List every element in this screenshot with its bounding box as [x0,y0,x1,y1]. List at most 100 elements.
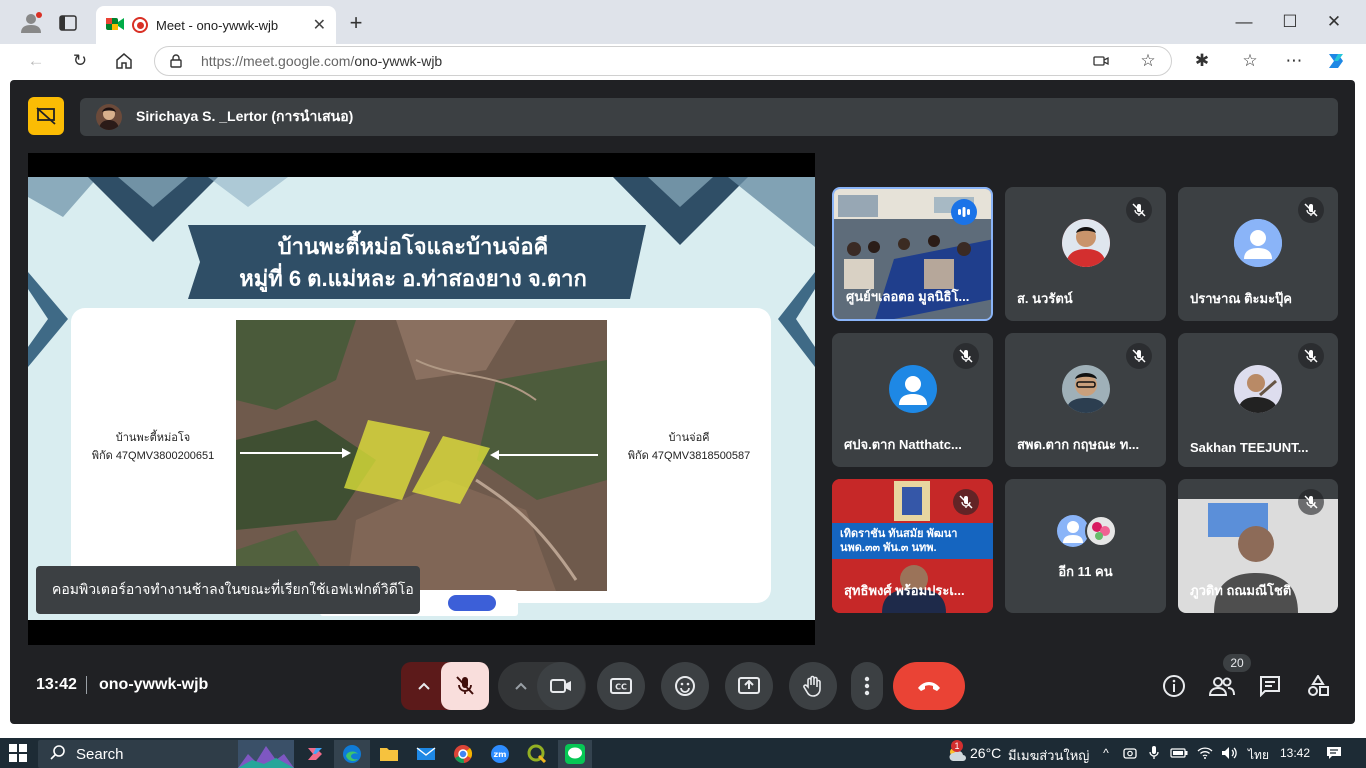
volume-icon[interactable] [1220,744,1238,762]
taskbar-edge-active[interactable] [334,740,370,768]
profile-icon[interactable] [18,10,44,36]
people-icon[interactable] [1208,672,1236,700]
camera-tray-icon[interactable] [1122,744,1138,762]
reactions-button[interactable] [661,662,709,710]
participant-tile-6[interactable]: Sakhan TEEJUNT... [1178,333,1338,467]
url-host: https://meet.google.com/ [201,53,355,69]
taskbar-line-active[interactable] [558,740,592,768]
meeting-code: ono-ywwk-wjb [99,676,209,693]
favorites-icon[interactable]: ☆ [1238,49,1262,73]
svg-text:zm: zm [494,750,507,759]
default-avatar-icon [888,365,937,414]
hand-icon [803,675,821,697]
minimize-icon[interactable]: — [1232,10,1256,34]
participant-tile-2[interactable]: ส. นวรัตน์ [1005,187,1166,321]
tab-meet[interactable]: Meet - ono-ywwk-wjb ✕ [96,6,336,44]
right-village-coord: พิกัด 47QMV3818500587 [627,450,751,462]
camera-icon [550,679,571,693]
right-arrow [490,450,598,460]
participant-tile-7[interactable]: เทิดราชัน ทันสมัย พัฒนา นพด.๓๓ พัน.๓ นทพ… [832,479,993,613]
tile-background-line1: เทิดราชัน ทันสมัย พัฒนา [840,528,958,540]
mic-muted-icon [953,489,979,515]
presentation-slide: บ้านพะตี้หม่อโจและบ้านจ่อคี หมู่ที่ 6 ต.… [28,177,815,620]
mic-muted-icon [1126,343,1152,369]
present-screen-button[interactable] [725,662,773,710]
camera-toggle-button[interactable] [537,662,585,710]
video-options-chevron-icon[interactable] [509,674,533,698]
taskbar-clock[interactable]: 13:42 [1280,746,1310,760]
back-icon[interactable]: ← [24,49,48,73]
lock-icon[interactable] [166,51,186,71]
participant-name-1: ศูนย์ฯเลอตอ มูลนิธิโ... [846,289,970,304]
more-menu-icon[interactable]: ⋯ [1282,49,1306,73]
tray-chevron-icon[interactable]: ^ [1098,744,1114,762]
wifi-icon[interactable] [1196,744,1214,762]
browser-tab-bar: Meet - ono-ywwk-wjb ✕ + — ☐ ✕ [0,0,1366,44]
more-participants-tile[interactable]: อีก 11 คน [1005,479,1166,613]
address-bar[interactable]: https://meet.google.com/ono-ywwk-wjb [154,46,1172,76]
slide-mini-pill [448,595,496,611]
search-icon [50,744,66,764]
copilot-icon[interactable] [1324,49,1348,73]
left-village-name: บ้านพะตี้หม่อโจ [115,432,191,444]
end-call-icon [918,682,940,691]
notifications-icon[interactable] [1324,744,1344,762]
file-explorer-icon[interactable] [378,743,400,765]
raise-hand-button[interactable] [789,662,837,710]
close-tab-icon[interactable]: ✕ [313,15,326,35]
participant-tile-4[interactable]: ศปจ.ตาก Natthatc... [832,333,993,467]
favorite-star-icon[interactable]: ☆ [1136,49,1160,73]
home-icon[interactable] [112,49,136,73]
leave-call-button[interactable] [893,662,965,710]
more-options-button[interactable] [851,662,883,710]
left-village-coord: พิกัด 47QMV3800200651 [91,450,215,462]
line-app-icon [565,744,585,764]
participant-tile-1[interactable]: ศูนย์ฯเลอตอ มูลนิธิโ... [832,187,993,321]
weather-condition: มีเมฆส่วนใหญ่ [1008,748,1090,763]
participant-tile-3[interactable]: ปราษาณ ติะมะปุ๊ค [1178,187,1338,321]
participant-name-9: ภูวดิท ถณมณีโชติ [1190,583,1292,598]
new-tab-icon[interactable]: + [344,10,368,35]
chat-icon[interactable] [1256,672,1284,700]
divider [86,676,87,694]
participant-tile-9[interactable]: ภูวดิท ถณมณีโชติ [1178,479,1338,613]
presenter-avatar [96,104,122,130]
windows-start-icon[interactable] [8,743,28,763]
right-village-label: บ้านจ่อคี พิกัด 47QMV3818500587 [614,429,764,465]
mic-off-icon [456,676,474,695]
camera-in-use-icon[interactable] [1090,51,1112,71]
extensions-icon[interactable]: ✱ [1190,49,1214,73]
slide-title-line2: หมู่ที่ 6 ต.แม่หละ อ.ท่าสองยาง จ.ตาก [239,266,587,291]
more-vert-icon [864,676,870,696]
participant-tile-5[interactable]: สพด.ตาก กฤษณะ ท... [1005,333,1166,467]
mic-muted-icon [1298,489,1324,515]
activities-icon[interactable] [1304,672,1332,700]
performance-toast: คอมพิวเตอร์อาจทำงานช้าลงในขณะที่เรียกใช้… [36,566,420,614]
more-avatar-2 [1085,515,1117,547]
meeting-details-icon[interactable] [1160,672,1188,700]
mic-tray-icon[interactable] [1146,744,1162,762]
zoom-icon[interactable]: zm [489,743,511,765]
participant-name-6: Sakhan TEEJUNT... [1190,440,1309,455]
tab-actions-icon[interactable] [56,12,80,34]
slide-title: บ้านพะตี้หม่อโจและบ้านจ่อคี หมู่ที่ 6 ต.… [198,231,628,295]
qgis-icon[interactable] [526,743,548,765]
mail-icon[interactable] [415,743,437,765]
weather-alert-badge: 1 [951,740,963,752]
captions-button[interactable]: CC [597,662,645,710]
mic-muted-icon [1298,197,1324,223]
audio-options-chevron-icon[interactable] [412,674,436,698]
battery-icon[interactable] [1170,744,1188,762]
meeting-time: 13:42 [36,676,77,693]
presentation-stop-icon[interactable] [28,97,64,135]
close-window-icon[interactable]: ✕ [1322,10,1346,34]
right-village-name: บ้านจ่อคี [668,432,710,444]
maximize-icon[interactable]: ☐ [1278,10,1302,34]
reload-icon[interactable]: ↻ [68,49,92,73]
chrome-icon[interactable] [452,743,474,765]
copilot-taskbar-icon[interactable] [304,743,326,765]
microphone-toggle-button[interactable] [441,662,489,710]
input-language[interactable]: ไทย [1248,746,1269,765]
present-icon [738,677,760,694]
default-avatar-icon [1234,219,1282,268]
